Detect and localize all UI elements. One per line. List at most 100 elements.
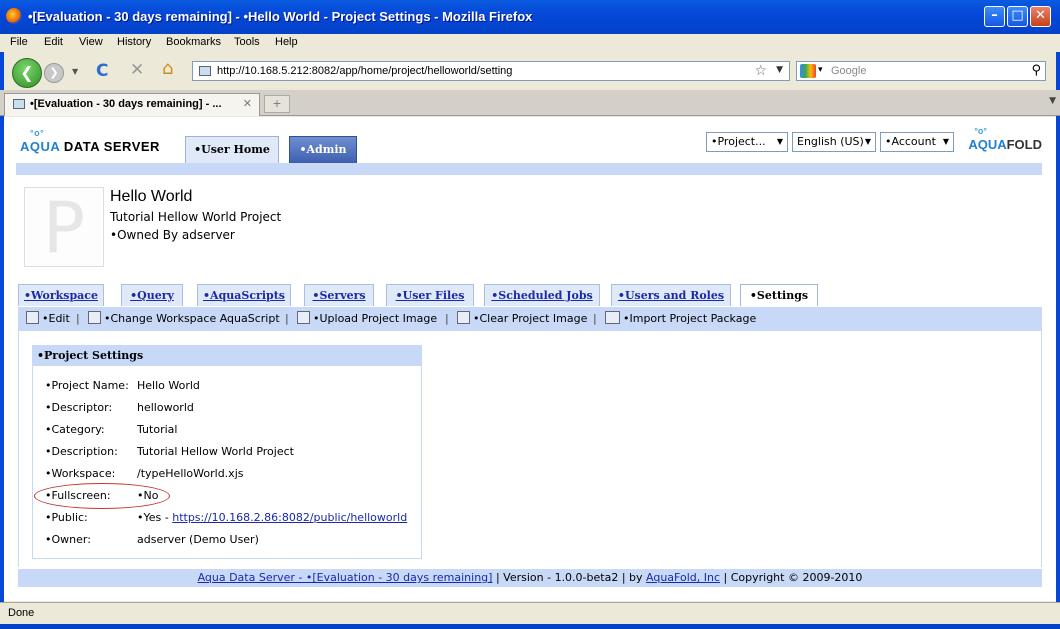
brand-aqua-text: AQUA	[968, 137, 1007, 152]
project-settings-header: •Project Settings	[33, 346, 421, 366]
menu-bookmarks[interactable]: Bookmarks	[166, 36, 221, 48]
logo-bubbles-icon: °o°	[30, 128, 45, 138]
tab-query[interactable]: •Query	[121, 284, 183, 306]
aquafold-logo: °o° AQUAFOLD	[968, 126, 1042, 152]
tab-list-icon[interactable]: ▼	[1049, 96, 1056, 106]
edit-button[interactable]: •Edit	[42, 312, 70, 325]
google-engine-icon[interactable]	[800, 64, 816, 78]
tab-settings[interactable]: •Settings	[740, 284, 818, 306]
menu-tools[interactable]: Tools	[234, 36, 260, 48]
page-footer: Aqua Data Server - •[Evaluation - 30 day…	[18, 569, 1042, 587]
menu-history[interactable]: History	[117, 36, 151, 48]
toolbar-separator: |	[285, 312, 289, 325]
toolbar-separator: |	[76, 312, 80, 325]
project-owner: •Owned By adserver	[110, 228, 235, 242]
navigation-toolbar: ❮ ❯ ▼ C ✕ ⌂ http://10.168.5.212:8082/app…	[0, 54, 1060, 90]
footer-product-link[interactable]: Aqua Data Server - •[Evaluation - 30 day…	[198, 571, 493, 584]
setting-value: Hello World	[137, 379, 200, 392]
menu-file[interactable]: File	[10, 36, 28, 48]
setting-value: /typeHelloWorld.xjs	[137, 467, 244, 480]
edit-icon[interactable]	[26, 311, 39, 324]
clear-project-image-button[interactable]: •Clear Project Image	[473, 312, 587, 325]
new-tab-button[interactable]: +	[264, 95, 290, 113]
url-bar[interactable]: http://10.168.5.212:8082/app/home/projec…	[192, 61, 790, 81]
menu-view[interactable]: View	[79, 36, 103, 48]
reload-icon[interactable]: C	[96, 61, 108, 81]
change-workspace-script-button[interactable]: •Change Workspace AquaScript	[104, 312, 280, 325]
import-project-package-button[interactable]: •Import Project Package	[623, 312, 756, 325]
aqua-data-server-logo: °o° AQUA DATA SERVER	[20, 128, 160, 154]
public-url-link[interactable]: https://10.168.2.86:8082/public/hellowor…	[172, 511, 407, 524]
logo-server-text: DATA SERVER	[59, 139, 160, 154]
search-engine-dropdown-icon[interactable]: ▾	[818, 65, 823, 75]
maximize-button[interactable]: □	[1007, 6, 1028, 27]
browser-tab-strip: •[Evaluation - 30 days remaining] - ... …	[0, 90, 1060, 116]
footer-version: | Version - 1.0.0-beta2 | by	[492, 571, 647, 584]
logo-aqua-text: AQUA	[20, 139, 60, 154]
project-select-value: •Project...	[711, 135, 766, 148]
project-settings-box: •Project Settings •Project Name: Hello W…	[32, 345, 422, 559]
stop-icon[interactable]: ✕	[130, 60, 144, 80]
tab-admin[interactable]: •Admin	[289, 136, 357, 163]
forward-arrow-icon: ❯	[49, 66, 59, 79]
folder-icon[interactable]	[605, 311, 620, 324]
home-icon[interactable]: ⌂	[162, 58, 173, 79]
setting-value: •Yes - https://10.168.2.86:8082/public/h…	[137, 511, 407, 524]
setting-label: •Public:	[45, 511, 88, 524]
script-icon[interactable]	[88, 311, 101, 324]
setting-label: •Owner:	[45, 533, 91, 546]
tab-workspace[interactable]: •Workspace	[18, 284, 104, 306]
chevron-down-icon: ▼	[942, 137, 949, 146]
url-text[interactable]: http://10.168.5.212:8082/app/home/projec…	[217, 65, 512, 77]
back-button[interactable]: ❮	[12, 58, 42, 88]
browser-tab[interactable]: •[Evaluation - 30 days remaining] - ... …	[4, 93, 260, 116]
minimize-button[interactable]: –	[984, 6, 1005, 27]
page-favicon-icon	[199, 66, 211, 76]
tab-user-files[interactable]: •User Files	[386, 284, 474, 306]
search-bar[interactable]: ▾ Google ⚲	[796, 61, 1046, 81]
search-input[interactable]: Google	[831, 65, 866, 77]
tab-close-icon[interactable]: ✕	[243, 97, 252, 110]
forward-button[interactable]: ❯	[44, 63, 64, 83]
toolbar-separator: |	[593, 312, 597, 325]
setting-label: •Project Name:	[45, 379, 129, 392]
language-select[interactable]: English (US) ▼	[792, 132, 876, 152]
menu-help[interactable]: Help	[275, 36, 298, 48]
url-dropdown-icon[interactable]: ▼	[776, 65, 783, 75]
browser-tab-label[interactable]: •[Evaluation - 30 days remaining] - ...	[30, 98, 222, 110]
setting-value: Tutorial	[137, 423, 178, 436]
setting-label: •Workspace:	[45, 467, 116, 480]
brand-fold-text: FOLD	[1006, 137, 1042, 152]
close-icon: ✕	[1035, 8, 1046, 23]
project-description: Tutorial Hellow World Project	[110, 210, 282, 224]
tab-users-and-roles[interactable]: •Users and Roles	[611, 284, 731, 306]
language-select-value: English (US)	[797, 135, 864, 148]
setting-label: •Description:	[45, 445, 118, 458]
window-title: •[Evaluation - 30 days remaining] - •Hel…	[28, 9, 533, 24]
bookmark-star-icon[interactable]: ☆	[754, 63, 767, 79]
setting-value: helloworld	[137, 401, 194, 414]
tab-servers[interactable]: •Servers	[304, 284, 374, 306]
menu-edit[interactable]: Edit	[44, 36, 63, 48]
search-icon[interactable]: ⚲	[1031, 63, 1041, 78]
highlight-ellipse	[34, 483, 170, 509]
history-dropdown-icon[interactable]: ▼	[72, 67, 78, 76]
maximize-icon: □	[1011, 8, 1024, 23]
tab-aquascripts[interactable]: •AquaScripts	[197, 284, 291, 306]
project-toolbar: •Edit | •Change Workspace AquaScript | •…	[18, 307, 1042, 331]
footer-company-link[interactable]: AquaFold, Inc	[646, 571, 720, 584]
tab-user-home[interactable]: •User Home	[185, 136, 279, 163]
window-border-bottom	[0, 624, 1060, 629]
setting-value: adserver (Demo User)	[137, 533, 259, 546]
close-window-button[interactable]: ✕	[1030, 6, 1051, 27]
project-title: Hello World	[110, 188, 193, 205]
project-select[interactable]: •Project... ▼	[706, 132, 788, 152]
header-band	[16, 163, 1042, 175]
account-select-value: •Account	[885, 135, 936, 148]
upload-image-icon[interactable]	[297, 311, 310, 324]
clear-image-icon[interactable]	[457, 311, 470, 324]
window-border-right	[1056, 34, 1060, 624]
account-select[interactable]: •Account ▼	[880, 132, 954, 152]
tab-scheduled-jobs[interactable]: •Scheduled Jobs	[484, 284, 600, 306]
upload-project-image-button[interactable]: •Upload Project Image	[313, 312, 437, 325]
